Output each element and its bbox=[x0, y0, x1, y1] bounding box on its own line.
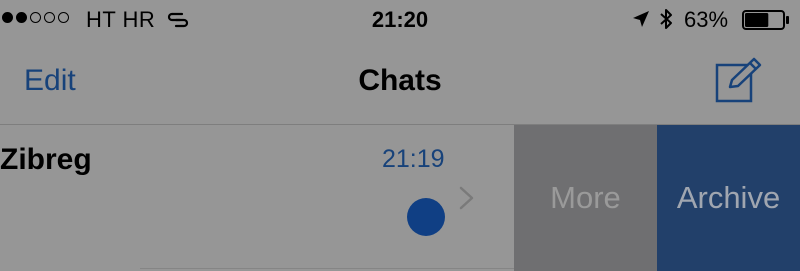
unread-indicator bbox=[407, 198, 445, 236]
chat-time: 21:19 bbox=[382, 145, 445, 173]
chat-name: Zibreg bbox=[0, 143, 92, 176]
archive-button[interactable]: Archive bbox=[657, 125, 800, 271]
status-time: 21:20 bbox=[371, 7, 429, 32]
chat-list-item[interactable]: Zibreg 21:19 More Archive bbox=[0, 125, 800, 271]
compose-icon[interactable] bbox=[714, 56, 764, 104]
chats-screen: HT HR 21:20 63% Edit Chats Zibreg 21:19 … bbox=[0, 0, 800, 271]
archive-label: Archive bbox=[676, 180, 781, 215]
more-button[interactable]: More bbox=[514, 125, 657, 271]
location-arrow-icon bbox=[633, 11, 649, 27]
battery-icon bbox=[742, 10, 789, 30]
more-label: More bbox=[550, 180, 621, 215]
page-title: Chats bbox=[358, 64, 442, 97]
bluetooth-icon bbox=[660, 9, 672, 29]
row-divider bbox=[140, 268, 514, 269]
navigation-bar: Edit Chats bbox=[0, 40, 800, 125]
status-bar: HT HR 21:20 63% bbox=[0, 0, 800, 40]
chevron-right-icon bbox=[459, 186, 474, 210]
chat-item-content[interactable]: Zibreg 21:19 bbox=[0, 125, 514, 271]
battery-percentage: 63% bbox=[684, 7, 729, 32]
